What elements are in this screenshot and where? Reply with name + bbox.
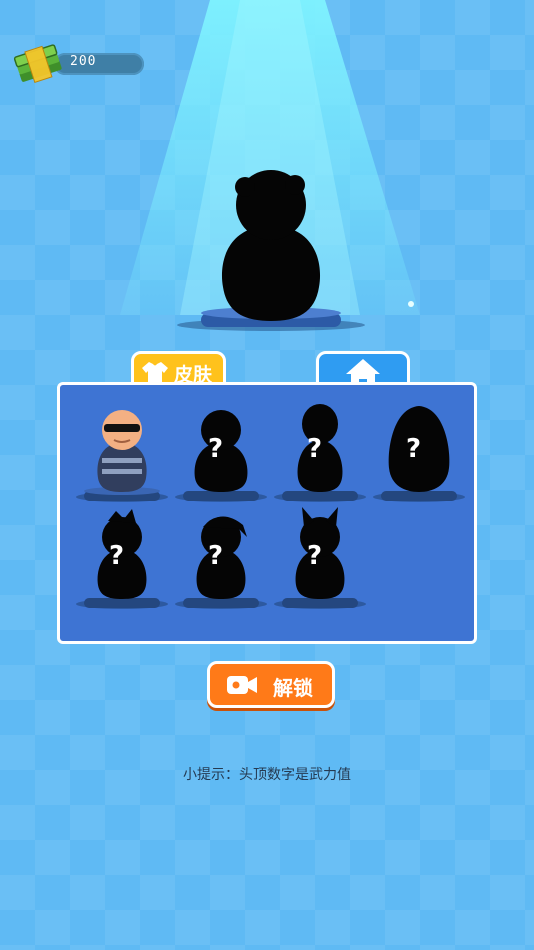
character-slot-4[interactable]: ?	[371, 400, 467, 510]
character-slot-3[interactable]: ?	[272, 400, 368, 510]
character-slot-7[interactable]: ?	[272, 507, 368, 617]
locked-question-mark: ?	[406, 434, 422, 464]
character-slot-1[interactable]	[74, 400, 170, 510]
locked-question-mark: ?	[208, 541, 224, 571]
character-slot-5[interactable]: ?	[74, 507, 170, 617]
currency-display: 200	[12, 42, 144, 86]
locked-question-mark: ?	[307, 541, 323, 571]
cash-stack-icon	[13, 44, 62, 84]
video-camera-icon	[227, 676, 257, 694]
locked-question-mark: ?	[208, 434, 224, 464]
locked-question-mark: ?	[307, 434, 323, 464]
character-agent-sprite	[76, 410, 168, 502]
character-slot-6[interactable]: ?	[173, 507, 269, 617]
character-grid-panel: ? ? ? ? ? ?	[57, 382, 477, 644]
character-slot-2[interactable]: ?	[173, 400, 269, 510]
locked-question-mark: ?	[109, 541, 125, 571]
unlock-button[interactable]: 解锁	[207, 661, 335, 708]
featured-character-silhouette	[177, 170, 365, 331]
hint-text: 小提示：头顶数字是武力值	[183, 767, 351, 783]
unlock-button-label: 解锁	[273, 676, 313, 700]
currency-amount: 200	[70, 54, 97, 69]
